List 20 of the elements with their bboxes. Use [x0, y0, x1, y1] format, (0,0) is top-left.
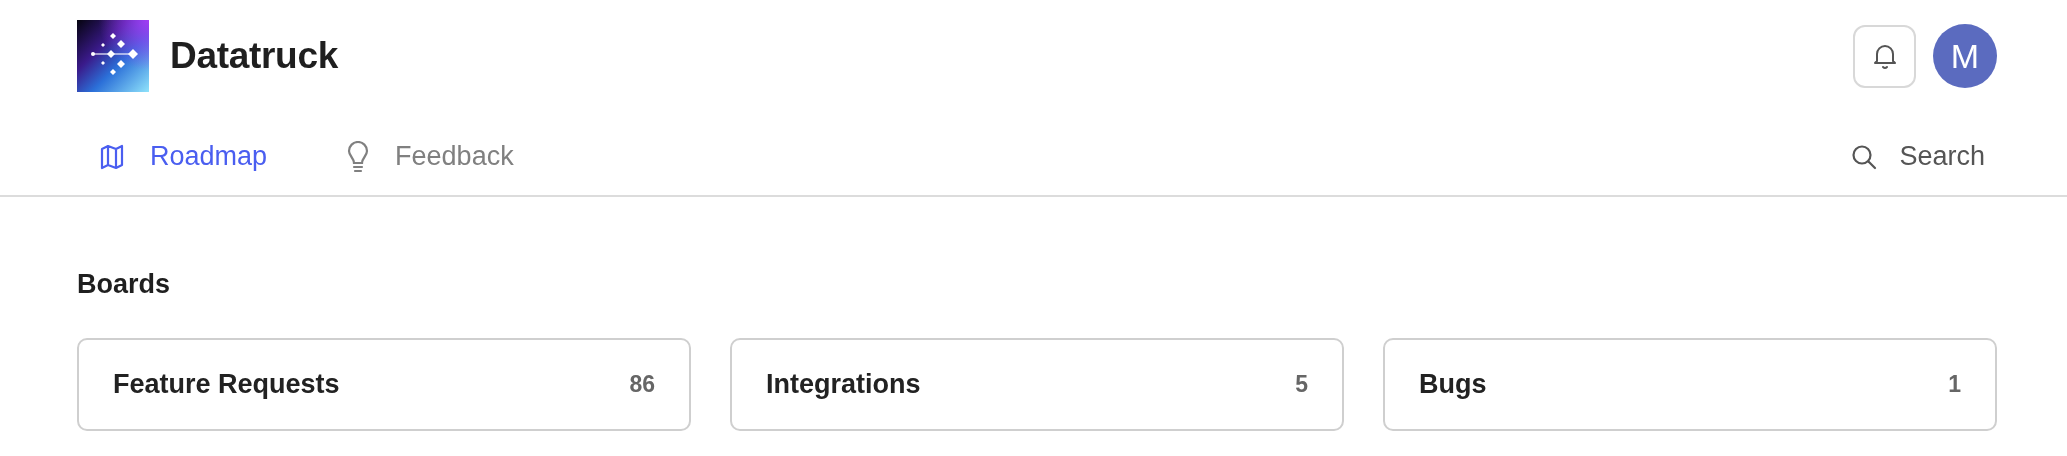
board-count: 86 [629, 371, 655, 398]
nav-tab[interactable]: Roadmap [90, 137, 278, 176]
search-button[interactable]: Search [1845, 140, 1991, 173]
notifications-button[interactable] [1853, 24, 1916, 88]
nav-tab[interactable]: Feedback [337, 136, 524, 177]
board-card[interactable]: Bugs 1 [1383, 338, 1997, 431]
board-name: Bugs [1419, 369, 1487, 400]
user-avatar[interactable]: M [1933, 24, 1997, 88]
board-name: Feature Requests [113, 369, 340, 400]
board-name: Integrations [766, 369, 921, 400]
board-count: 5 [1295, 371, 1308, 398]
search-icon [1851, 143, 1878, 170]
board-card[interactable]: Integrations 5 [730, 338, 1344, 431]
app-title: Datatruck [170, 35, 339, 77]
board-count: 1 [1948, 371, 1961, 398]
section-heading: Boards [77, 269, 172, 300]
map-icon [100, 143, 124, 170]
board-card[interactable]: Feature Requests 86 [77, 338, 691, 431]
lightbulb-icon [347, 140, 370, 173]
bell-icon [1872, 42, 1897, 70]
